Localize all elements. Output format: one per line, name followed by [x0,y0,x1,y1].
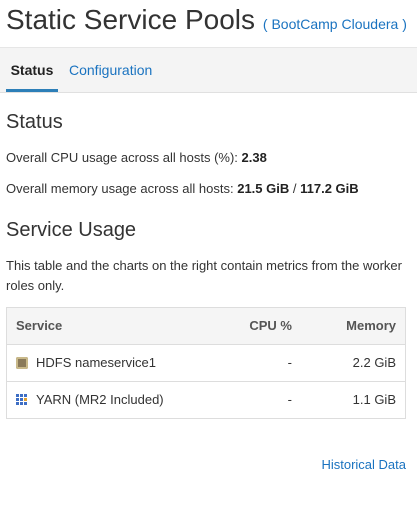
hdfs-icon [16,356,28,369]
cluster-link[interactable]: ( BootCamp Cloudera ) [263,16,407,32]
service-cell: YARN (MR2 Included) [16,382,164,418]
service-usage-heading: Service Usage [6,219,137,241]
cpu-usage-line: Overall CPU usage across all hosts (%): … [6,150,267,165]
service-cell: HDFS nameservice1 [16,345,156,381]
cpu-cell: - [287,355,292,370]
cpu-usage-label: Overall CPU usage across all hosts (%): [6,150,238,165]
memory-cell: 1.1 GiB [352,392,396,407]
service-usage-description: This table and the charts on the right c… [6,258,402,293]
table-header-row: Service CPU % Memory [7,308,405,344]
memory-total-value: 117.2 GiB [300,181,359,196]
table-row: HDFS nameservice1 - 2.2 GiB [7,344,405,381]
tab-bar: Status Configuration [0,47,417,93]
service-name[interactable]: YARN (MR2 Included) [36,392,164,407]
column-header-service[interactable]: Service [16,308,62,344]
status-heading: Status [6,111,63,133]
historical-data-link[interactable]: Historical Data [321,457,406,472]
page-header: Static Service Pools ( BootCamp Cloudera… [6,4,407,36]
yarn-icon [16,393,28,406]
memory-separator: / [292,181,297,196]
cluster-close-paren: ) [402,16,407,32]
tab-status[interactable]: Status [6,48,58,92]
cluster-open-paren: ( [262,16,268,32]
service-name[interactable]: HDFS nameservice1 [36,355,156,370]
service-usage-table: Service CPU % Memory HDFS nameservice1 -… [6,307,406,419]
tab-configuration[interactable]: Configuration [69,48,152,92]
cluster-name[interactable]: BootCamp Cloudera [271,16,398,32]
cpu-cell: - [287,392,292,407]
memory-used-value: 21.5 GiB [237,181,290,196]
memory-usage-line: Overall memory usage across all hosts: 2… [6,181,359,196]
memory-usage-label: Overall memory usage across all hosts: [6,181,234,196]
cpu-usage-value: 2.38 [241,150,267,165]
column-header-memory[interactable]: Memory [346,308,396,344]
memory-cell: 2.2 GiB [352,355,396,370]
column-header-cpu[interactable]: CPU % [249,308,292,344]
table-row: YARN (MR2 Included) - 1.1 GiB [7,381,405,418]
page-title: Static Service Pools [6,4,255,35]
